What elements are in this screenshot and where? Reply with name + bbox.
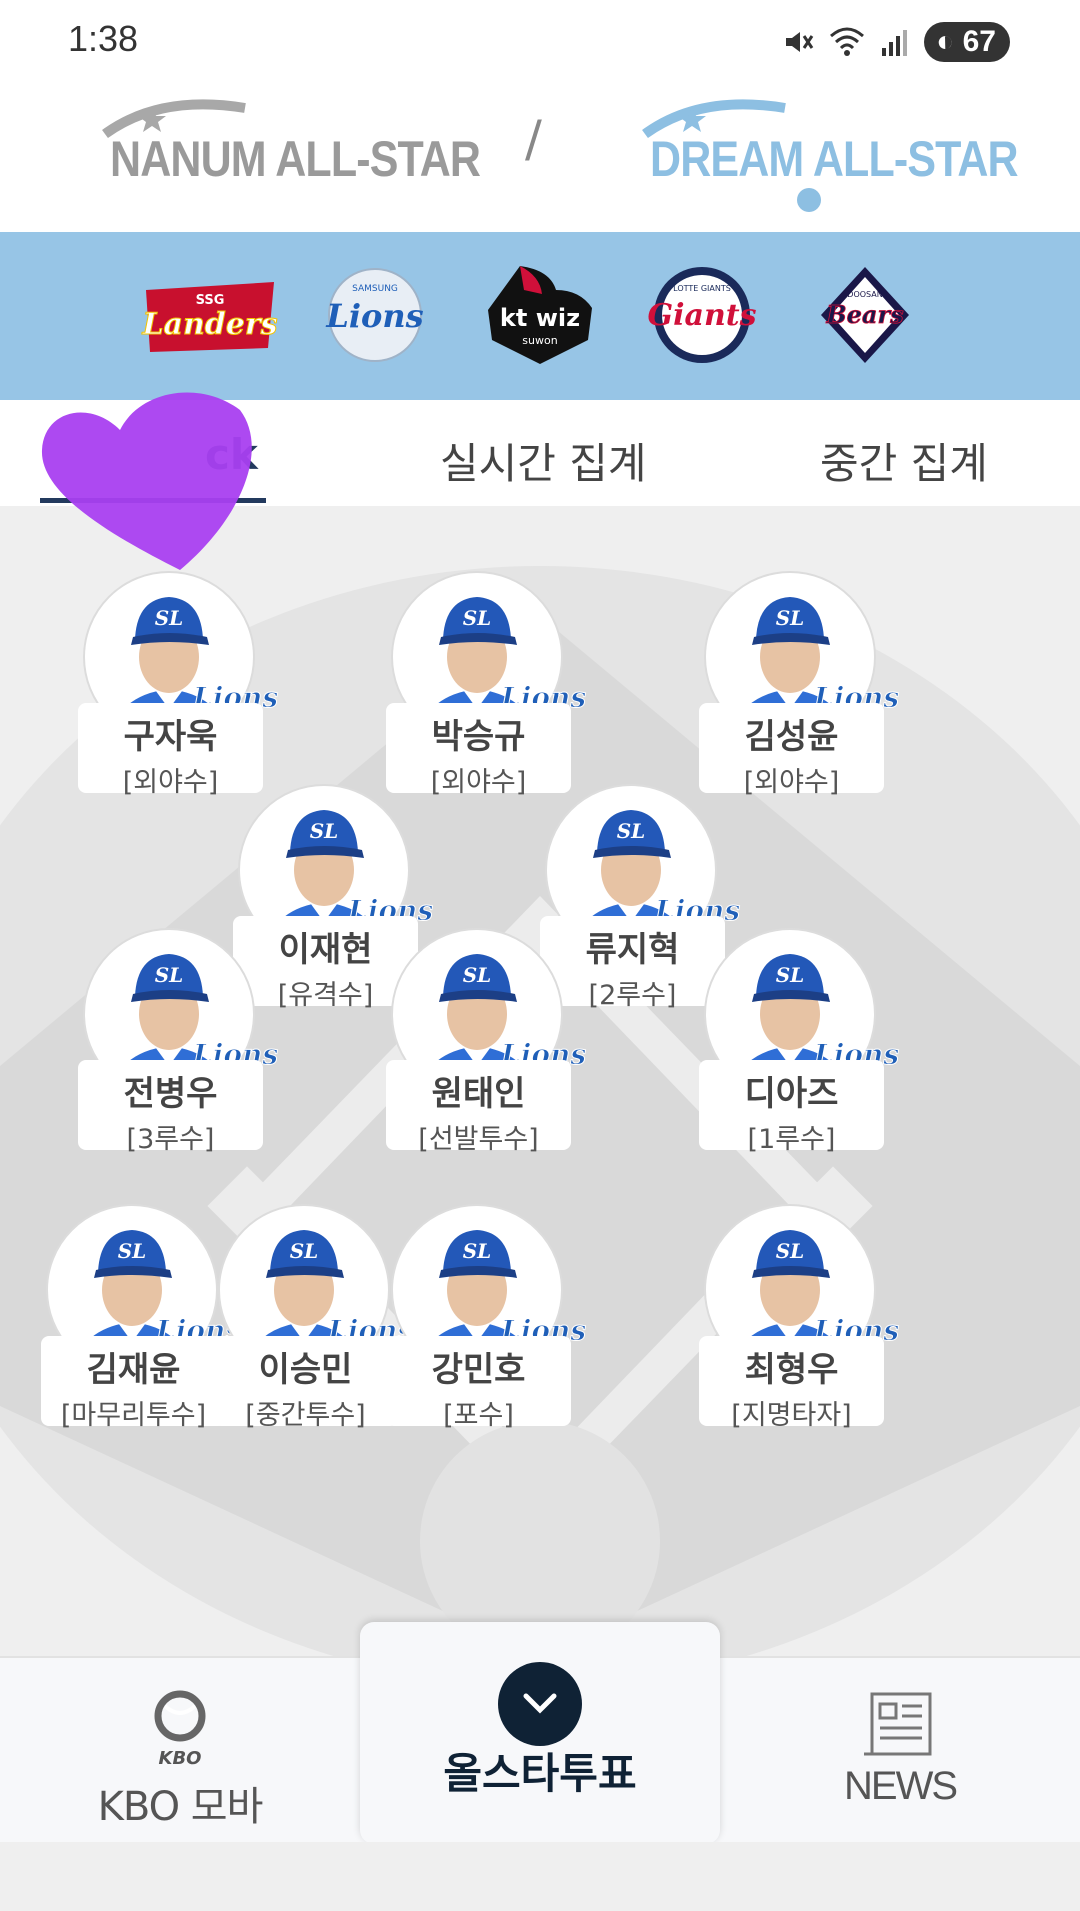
svg-text:SL: SL: [463, 1239, 492, 1263]
status-bar: 1:38 ◐ 67: [0, 0, 1080, 80]
player-name: 구자욱: [123, 717, 218, 757]
player-name: 디아즈: [744, 1074, 839, 1114]
giants-logo-icon: LOTTE GIANTS Giants: [647, 266, 757, 363]
bottom-nav: KBO KBO 모바일 올스타투표 NEWS: [0, 1622, 1080, 1888]
nav-allstar-vote[interactable]: 올스타투표: [360, 1622, 720, 1844]
player-name: 최형우: [744, 1350, 839, 1390]
svg-text:SL: SL: [776, 963, 805, 987]
player-card[interactable]: SL Lions 김재윤 [마무리투수]: [28, 1206, 242, 1431]
gesture-bar: [0, 1842, 1080, 1911]
team-landers-logo[interactable]: SSG Landers: [140, 260, 280, 370]
player-position: [포수]: [443, 1400, 514, 1431]
player-name: 원태인: [431, 1074, 526, 1114]
league-separator: /: [525, 110, 542, 168]
ktwiz-logo-icon: kt wiz suwon: [488, 266, 592, 364]
ktwiz-name: kt wiz: [500, 304, 580, 332]
player-card[interactable]: SL Lions 이승민 [중간투수]: [200, 1206, 414, 1431]
svg-text:SL: SL: [310, 819, 339, 843]
svg-text:SL: SL: [463, 606, 492, 630]
player-card[interactable]: SL Lions 최형우 [지명타자]: [686, 1206, 900, 1431]
nanum-allstar-label: NANUM ALL-STAR: [110, 131, 481, 187]
player-name: 이승민: [258, 1350, 353, 1390]
player-namecard: 강민호 [포수]: [386, 1336, 571, 1431]
lions-sub: SAMSUNG: [352, 284, 398, 294]
baseball-field: SL Lions 구자욱 [외야수] SL Lions 박승규 [외야수] SL Lions 김성윤…: [0, 506, 1080, 1656]
collapse-button[interactable]: [498, 1662, 582, 1746]
landers-sub: SSG: [196, 293, 225, 308]
player-namecard: 김성윤 [외야수]: [699, 703, 884, 798]
team-ktwiz-logo[interactable]: kt wiz suwon: [480, 260, 600, 370]
player-position: [3루수]: [126, 1124, 215, 1155]
svg-text:SL: SL: [155, 606, 184, 630]
signal-icon: [882, 30, 908, 56]
heart-scribble: [41, 392, 252, 570]
kbo-logo-text: KBO: [159, 1748, 202, 1769]
player-card[interactable]: SL Lions 구자욱 [외야수]: [65, 573, 279, 798]
battery-indicator: ◐ 67: [924, 22, 1010, 62]
player-card[interactable]: SL Lions 원태인 [선발투수]: [373, 930, 587, 1155]
player-card[interactable]: SL Lions 디아즈 [1루수]: [686, 930, 900, 1155]
player-namecard: 구자욱 [외야수]: [78, 703, 263, 798]
player-namecard: 최형우 [지명타자]: [699, 1336, 884, 1431]
bears-sub: DOOSAN: [847, 290, 882, 299]
player-card[interactable]: SL Lions 김성윤 [외야수]: [686, 573, 900, 798]
player-position: [선발투수]: [418, 1124, 539, 1155]
team-logo-bar: SSG Landers SAMSUNG Lions kt wiz suwon L…: [0, 232, 1080, 400]
nav-news[interactable]: NEWS: [840, 1690, 960, 1809]
player-name: 김성윤: [744, 717, 839, 757]
player-card[interactable]: SL Lions 강민호 [포수]: [373, 1206, 587, 1431]
player-card[interactable]: SL Lions 박승규 [외야수]: [373, 573, 587, 798]
mute-icon: [786, 32, 814, 52]
status-time: 1:38: [68, 18, 139, 59]
player-namecard: 이승민 [중간투수]: [213, 1336, 398, 1431]
newspaper-icon: [864, 1692, 932, 1756]
team-bears-logo[interactable]: DOOSAN Bears: [815, 260, 915, 370]
landers-logo-icon: SSG Landers: [141, 282, 278, 352]
player-name: 전병우: [123, 1074, 218, 1114]
nav-allstar-label: 올스타투표: [443, 1749, 637, 1798]
svg-text:SL: SL: [155, 963, 184, 987]
lions-logo-icon: SAMSUNG Lions: [325, 268, 424, 362]
landers-name: Landers: [141, 307, 277, 342]
player-namecard: 디아즈 [1루수]: [699, 1060, 884, 1155]
player-position: [지명타자]: [731, 1400, 852, 1431]
player-position: [1루수]: [747, 1124, 836, 1155]
tab-realtime-tally[interactable]: 실시간 집계: [440, 430, 647, 491]
tab-interim-tally[interactable]: 중간 집계: [820, 430, 988, 491]
svg-text:SL: SL: [290, 1239, 319, 1263]
battery-level: 67: [962, 25, 996, 58]
player-card[interactable]: SL Lions 전병우 [3루수]: [65, 930, 279, 1155]
player-position: [마무리투수]: [60, 1400, 207, 1431]
player-name: 김재윤: [86, 1350, 181, 1390]
chevron-down-icon: [523, 1693, 557, 1714]
bears-logo-icon: DOOSAN Bears: [821, 266, 909, 363]
allstar-header: NANUM ALL-STAR / DREAM ALL-STAR: [0, 80, 1080, 232]
wifi-icon: [830, 27, 865, 56]
team-giants-logo[interactable]: LOTTE GIANTS Giants: [640, 260, 765, 370]
player-position: [중간투수]: [245, 1400, 366, 1431]
kbo-logo-icon: KBO: [154, 1690, 206, 1769]
svg-text:SL: SL: [118, 1239, 147, 1263]
player-name: 강민호: [431, 1350, 526, 1390]
svg-text:SL: SL: [617, 819, 646, 843]
player-namecard: 김재윤 [마무리투수]: [41, 1336, 226, 1431]
nav-news-label: NEWS: [844, 1764, 958, 1808]
lions-name: Lions: [325, 297, 423, 335]
player-namecard: 전병우 [3루수]: [78, 1060, 263, 1155]
status-icons: ◐ 67: [782, 22, 1010, 62]
svg-text:SL: SL: [776, 1239, 805, 1263]
player-name: 박승규: [431, 717, 526, 757]
nanum-allstar-tab[interactable]: NANUM ALL-STAR: [100, 88, 481, 228]
svg-text:SL: SL: [776, 606, 805, 630]
giants-name: Giants: [647, 298, 756, 333]
player-namecard: 박승규 [외야수]: [386, 703, 571, 798]
bears-name: Bears: [825, 300, 904, 329]
ktwiz-sub: suwon: [522, 334, 557, 347]
dream-allstar-label: DREAM ALL-STAR: [650, 131, 1019, 187]
player-namecard: 원태인 [선발투수]: [386, 1060, 571, 1155]
active-league-indicator: [797, 188, 821, 212]
team-lions-logo[interactable]: SAMSUNG Lions: [315, 260, 435, 370]
giants-sub: LOTTE GIANTS: [673, 284, 731, 293]
svg-text:SL: SL: [463, 963, 492, 987]
